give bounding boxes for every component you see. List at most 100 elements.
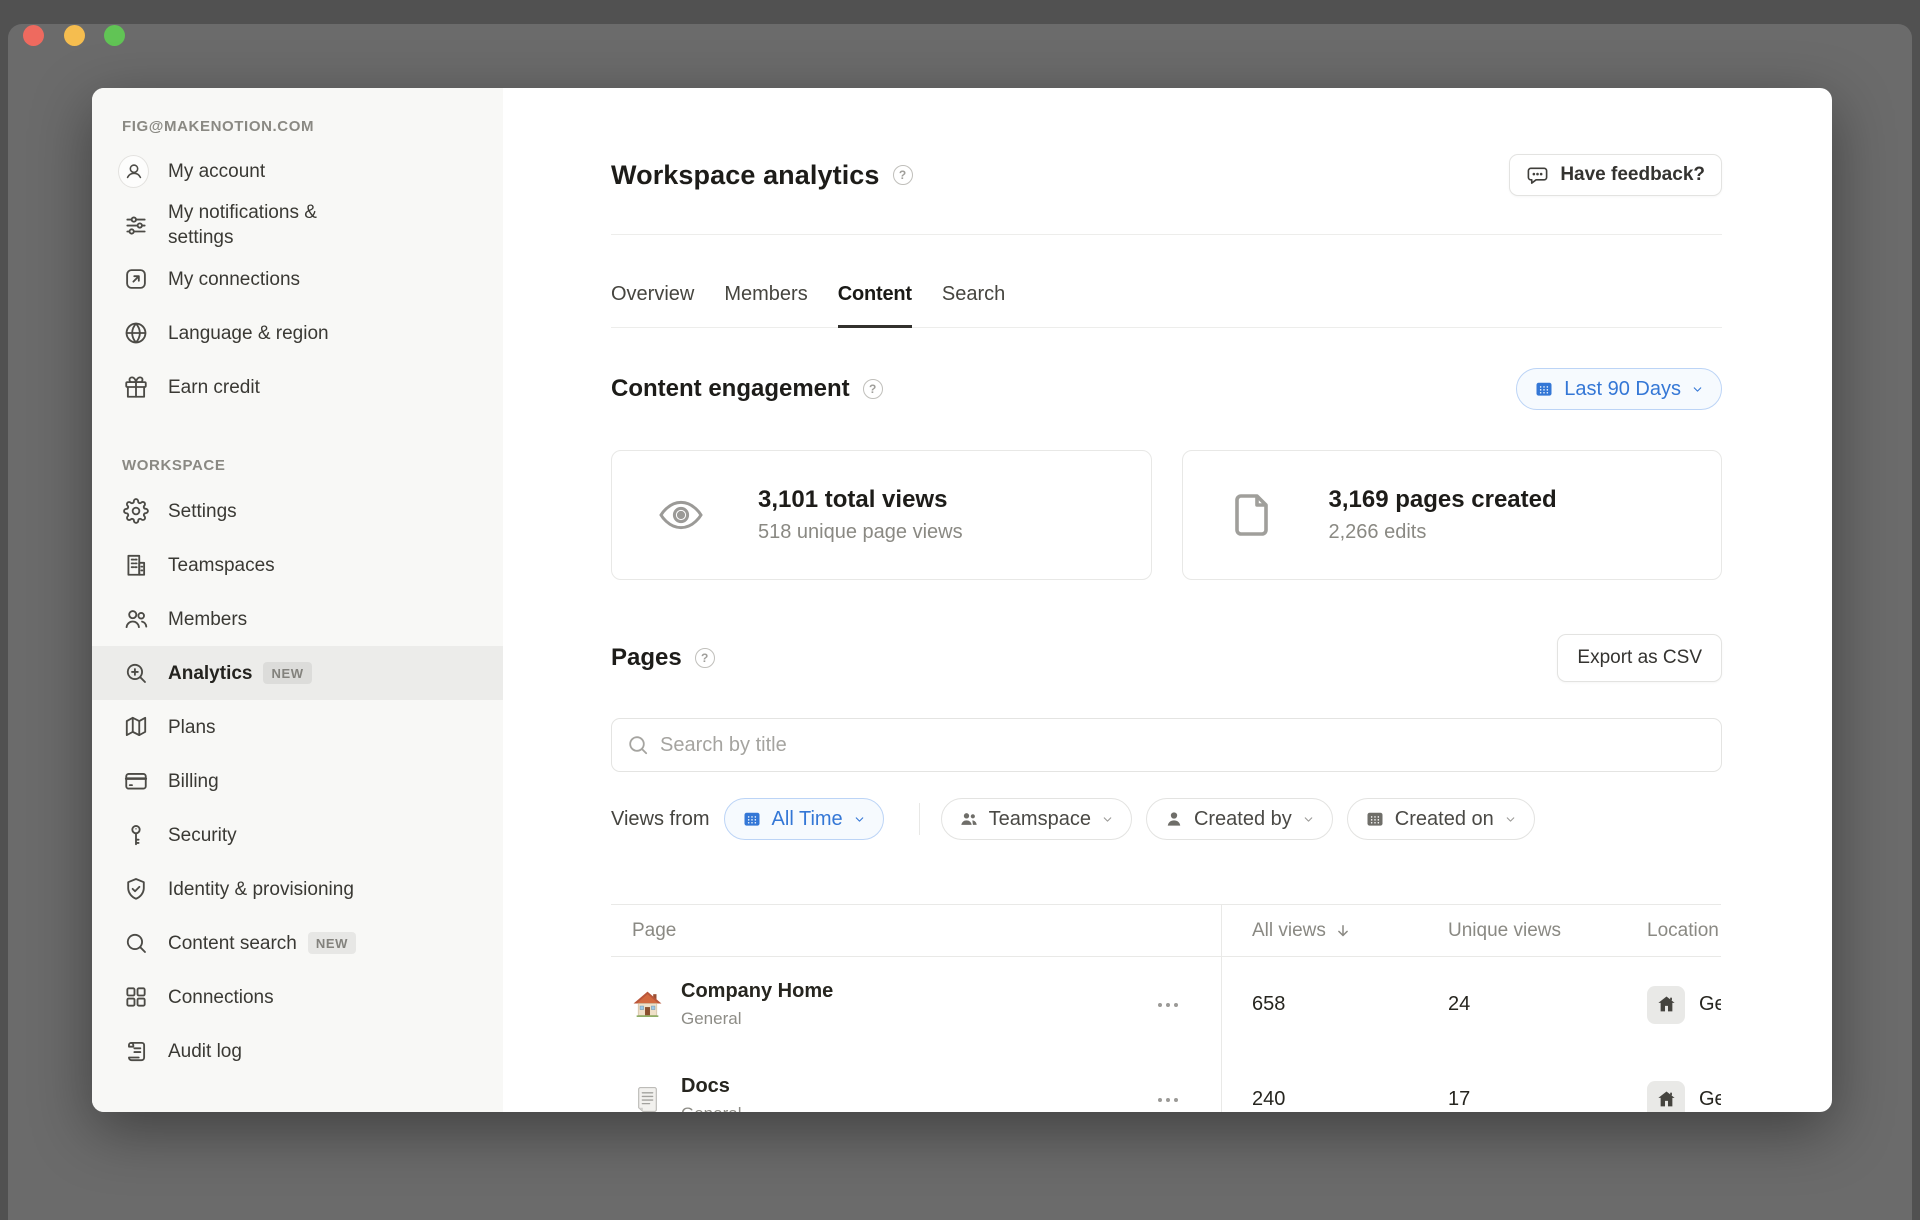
chevron-down-icon <box>1504 813 1517 826</box>
edits-sub: 2,266 edits <box>1329 521 1557 544</box>
close-window-button[interactable] <box>23 25 44 46</box>
map-icon <box>122 714 149 741</box>
created-by-filter-label: Created by <box>1194 808 1292 831</box>
sidebar-item-label: Identity & provisioning <box>168 877 354 902</box>
total-views-value: 3,101 total views <box>758 486 963 514</box>
location-cell: General <box>1699 993 1721 1016</box>
all-views-cell: 658 <box>1222 957 1448 1052</box>
page-title: Workspace analytics <box>611 160 880 191</box>
new-badge: NEW <box>308 932 356 954</box>
created-on-filter[interactable]: Created on <box>1347 798 1535 840</box>
chevron-down-icon <box>1302 813 1315 826</box>
more-options-button[interactable] <box>1157 996 1179 1014</box>
table-row[interactable]: Company Home General 658 24 General <box>611 957 1721 1052</box>
key-icon <box>122 822 149 849</box>
home-icon <box>1647 986 1685 1024</box>
tab-content[interactable]: Content <box>838 283 912 327</box>
column-header-unique-views[interactable]: Unique views <box>1448 905 1647 956</box>
page-icon <box>1227 491 1277 539</box>
gear-icon <box>122 498 149 525</box>
page-subtitle-cell: General <box>681 1009 833 1029</box>
sidebar-item-connections[interactable]: Connections <box>92 970 503 1024</box>
chevron-down-icon <box>1101 813 1114 826</box>
sidebar-item-content-search[interactable]: Content search NEW <box>92 916 503 970</box>
sidebar-item-plans[interactable]: Plans <box>92 700 503 754</box>
tab-overview[interactable]: Overview <box>611 283 694 327</box>
table-header-row: Page All views Unique views Location <box>611 904 1721 957</box>
shield-check-icon <box>122 876 149 903</box>
person-icon <box>1164 809 1184 829</box>
calendar-icon <box>1365 809 1385 829</box>
sliders-icon <box>122 212 149 239</box>
sidebar-item-teamspaces[interactable]: Teamspaces <box>92 538 503 592</box>
sidebar-item-label: Members <box>168 607 247 632</box>
column-header-page[interactable]: Page <box>611 905 1222 956</box>
views-from-label: Views from <box>611 808 710 831</box>
sidebar-item-label: Teamspaces <box>168 553 275 578</box>
account-email: FIG@MAKENOTION.COM <box>92 118 503 136</box>
date-range-dropdown[interactable]: Last 90 Days <box>1516 368 1722 410</box>
grid-icon <box>122 984 149 1011</box>
have-feedback-button[interactable]: Have feedback? <box>1509 154 1722 196</box>
sidebar-item-billing[interactable]: Billing <box>92 754 503 808</box>
gift-icon <box>122 374 149 401</box>
building-icon <box>122 552 149 579</box>
teamspace-filter[interactable]: Teamspace <box>941 798 1132 840</box>
page-title-cell: Company Home <box>681 980 833 1003</box>
sidebar-item-notifications-settings[interactable]: My notifications & settings <box>92 198 503 252</box>
new-badge: NEW <box>263 662 311 684</box>
calendar-icon <box>1534 379 1554 399</box>
sidebar-item-earn-credit[interactable]: Earn credit <box>92 360 503 414</box>
table-row[interactable]: Docs General 240 17 General <box>611 1052 1721 1112</box>
created-by-filter[interactable]: Created by <box>1146 798 1333 840</box>
sidebar-item-my-connections[interactable]: My connections <box>92 252 503 306</box>
views-from-dropdown[interactable]: All Time <box>724 798 884 840</box>
sidebar-item-members[interactable]: Members <box>92 592 503 646</box>
export-csv-label: Export as CSV <box>1577 647 1702 669</box>
sidebar-item-label: Analytics <box>168 661 252 686</box>
search-input[interactable] <box>611 718 1722 772</box>
house-emoji-icon <box>632 989 663 1020</box>
sidebar-item-label: My connections <box>168 267 300 292</box>
settings-modal: FIG@MAKENOTION.COM My account My notific… <box>92 88 1832 1112</box>
help-icon[interactable] <box>863 379 883 399</box>
views-from-value: All Time <box>772 808 843 831</box>
sidebar-item-label: My notifications & settings <box>168 200 383 250</box>
tab-search[interactable]: Search <box>942 283 1005 327</box>
sidebar-item-label: Security <box>168 823 237 848</box>
sidebar-item-security[interactable]: Security <box>92 808 503 862</box>
sidebar-item-audit-log[interactable]: Audit log <box>92 1024 503 1078</box>
help-icon[interactable] <box>695 648 715 668</box>
sidebar-item-language-region[interactable]: Language & region <box>92 306 503 360</box>
help-icon[interactable] <box>893 165 913 185</box>
sidebar-item-my-account[interactable]: My account <box>92 144 503 198</box>
export-csv-button[interactable]: Export as CSV <box>1557 634 1722 682</box>
workspace-section-heading: WORKSPACE <box>92 457 503 475</box>
scroll-icon <box>122 1038 149 1065</box>
sidebar-item-label: Audit log <box>168 1039 242 1064</box>
all-views-cell: 240 <box>1222 1052 1448 1112</box>
minimize-window-button[interactable] <box>64 25 85 46</box>
more-options-button[interactable] <box>1157 1091 1179 1109</box>
sort-descending-icon <box>1334 922 1352 940</box>
column-header-all-views[interactable]: All views <box>1222 905 1448 956</box>
settings-sidebar: FIG@MAKENOTION.COM My account My notific… <box>92 88 503 1112</box>
sidebar-item-analytics[interactable]: Analytics NEW <box>92 646 503 700</box>
analytics-icon <box>122 660 149 687</box>
sidebar-item-label: Language & region <box>168 321 329 346</box>
pages-table: Page All views Unique views Location <box>611 904 1721 1112</box>
people-icon <box>959 809 979 829</box>
unique-views-sub: 518 unique page views <box>758 521 963 544</box>
eye-icon <box>656 491 706 539</box>
total-views-card: 3,101 total views 518 unique page views <box>611 450 1152 580</box>
pages-created-value: 3,169 pages created <box>1329 486 1557 514</box>
page-search <box>611 718 1722 772</box>
unique-views-cell: 24 <box>1448 957 1647 1052</box>
analytics-tabs: Overview Members Content Search <box>611 235 1722 328</box>
sidebar-item-identity-provisioning[interactable]: Identity & provisioning <box>92 862 503 916</box>
analytics-main-panel: Workspace analytics Have feedback? Overv… <box>503 88 1832 1112</box>
zoom-window-button[interactable] <box>104 25 125 46</box>
column-header-location[interactable]: Location <box>1647 905 1721 956</box>
tab-members[interactable]: Members <box>724 283 807 327</box>
sidebar-item-settings[interactable]: Settings <box>92 484 503 538</box>
